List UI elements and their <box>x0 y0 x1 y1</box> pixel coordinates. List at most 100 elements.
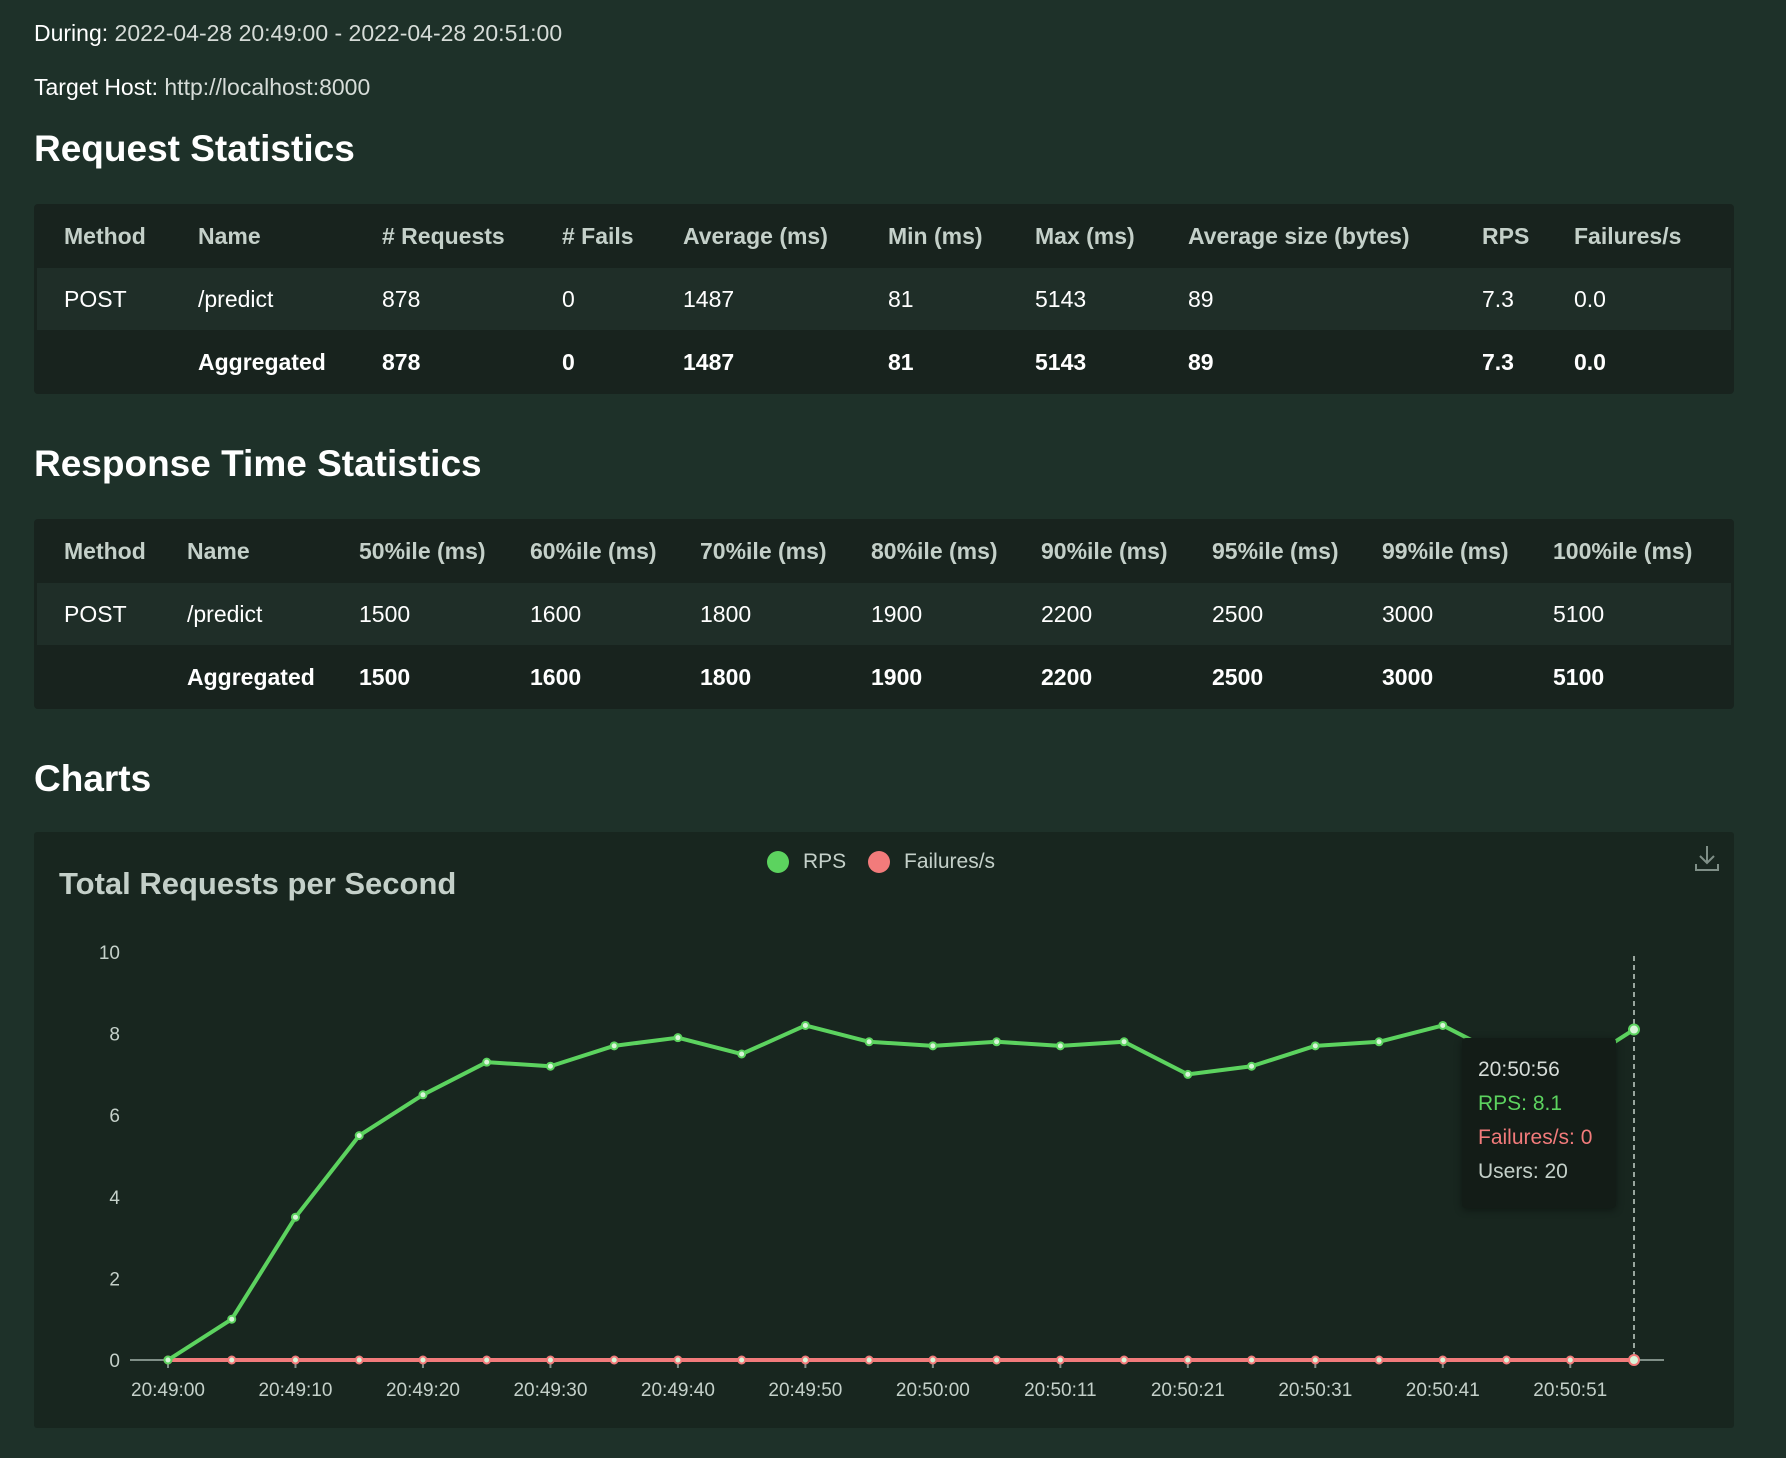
rps-point <box>1247 1061 1257 1071</box>
x-tick-label: 20:49:10 <box>258 1380 332 1401</box>
header-cell: Name <box>198 223 261 249</box>
tooltip-users: Users: 20 <box>1478 1160 1568 1183</box>
failures-point <box>1247 1355 1257 1365</box>
y-tick-label: 8 <box>109 1025 120 1046</box>
header-cell: Failures/s <box>1574 223 1682 249</box>
table-cell: 5143 <box>1035 286 1087 312</box>
table-row-aggregated: Aggregated 878 0 1487 81 5143 89 7.3 0.0 <box>34 330 1734 394</box>
table-cell: 2500 <box>1212 601 1264 627</box>
table-cell: 1487 <box>683 349 735 375</box>
table-cell: 1800 <box>700 664 752 690</box>
target-host-value: http://localhost:8000 <box>164 74 371 100</box>
rps-point <box>227 1314 237 1324</box>
table-cell: 2200 <box>1041 664 1093 690</box>
rps-series-line <box>166 1023 1636 1362</box>
x-tick-label: 20:49:30 <box>513 1380 587 1401</box>
y-tick-label: 0 <box>109 1351 120 1372</box>
header-cell: 60%ile (ms) <box>530 538 657 564</box>
rps-point <box>992 1037 1002 1047</box>
tooltip-time: 20:50:56 <box>1478 1058 1560 1081</box>
failures-point <box>290 1355 300 1365</box>
failures-point <box>1119 1355 1129 1365</box>
failures-point <box>800 1355 810 1365</box>
table-cell: 89 <box>1188 349 1214 375</box>
tooltip-failures: Failures/s: 0 <box>1478 1126 1593 1149</box>
x-tick-label: 20:50:21 <box>1151 1380 1225 1401</box>
rps-point <box>545 1061 555 1071</box>
x-tick-label: 20:49:00 <box>131 1380 205 1401</box>
rps-point <box>1438 1020 1448 1030</box>
table-cell: 1487 <box>683 286 735 312</box>
header-cell: 50%ile (ms) <box>359 538 486 564</box>
rps-point <box>1310 1041 1320 1051</box>
rps-point <box>163 1355 173 1365</box>
y-tick-label: 10 <box>99 943 120 964</box>
rps-point <box>737 1049 747 1059</box>
failures-point <box>1055 1355 1065 1365</box>
table-cell: 1900 <box>871 664 923 690</box>
table-cell: /predict <box>187 601 263 627</box>
header-cell: 95%ile (ms) <box>1212 538 1339 564</box>
failures-point <box>1565 1355 1575 1365</box>
chart-tooltip: 20:50:56 RPS: 8.1 Failures/s: 0 Users: 2… <box>1462 1038 1616 1208</box>
failures-point <box>1310 1355 1320 1365</box>
header-cell: Name <box>187 538 250 564</box>
x-tick-label: 20:50:41 <box>1406 1380 1480 1401</box>
x-tick-label: 20:49:40 <box>641 1380 715 1401</box>
table-cell: 878 <box>382 286 421 312</box>
table-cell: 0 <box>562 349 575 375</box>
failures-point <box>1183 1355 1193 1365</box>
table-cell: /predict <box>198 286 274 312</box>
table-row: POST /predict 878 0 1487 81 5143 89 7.3 … <box>37 268 1731 330</box>
request-statistics-title: Request Statistics <box>34 128 355 169</box>
failures-point <box>992 1355 1002 1365</box>
table-cell: 0.0 <box>1574 349 1606 375</box>
table-cell: 2200 <box>1041 601 1093 627</box>
x-tick-label: 20:50:51 <box>1533 1380 1607 1401</box>
rps-chart-card: RPS Failures/s Total Requests per Second… <box>34 832 1734 1428</box>
rps-point <box>354 1131 364 1141</box>
table-cell: 5100 <box>1553 601 1605 627</box>
table-cell: 5100 <box>1553 664 1605 690</box>
tooltip-rps: RPS: 8.1 <box>1478 1092 1563 1115</box>
rps-point <box>1628 1023 1640 1036</box>
table-cell: 81 <box>888 286 914 312</box>
table-cell: 81 <box>888 349 914 375</box>
x-tick-label: 20:50:00 <box>896 1380 970 1401</box>
charts-title: Charts <box>34 758 152 799</box>
table-cell: 0 <box>562 286 575 312</box>
table-header-row: Method Name 50%ile (ms) 60%ile (ms) 70%i… <box>34 519 1734 583</box>
rps-point <box>290 1212 300 1222</box>
header-cell: 99%ile (ms) <box>1382 538 1509 564</box>
during-value: 2022-04-28 20:49:00 - 2022-04-28 20:51:0… <box>114 20 563 46</box>
header-cell: # Fails <box>562 223 634 249</box>
rps-point <box>673 1033 683 1043</box>
during-line: During: 2022-04-28 20:49:00 - 2022-04-28… <box>34 20 562 47</box>
table-cell: Aggregated <box>187 664 315 690</box>
response-time-statistics-table: Method Name 50%ile (ms) 60%ile (ms) 70%i… <box>34 519 1734 709</box>
header-cell: 70%ile (ms) <box>700 538 827 564</box>
failures-point <box>1438 1355 1448 1365</box>
header-cell: 80%ile (ms) <box>871 538 998 564</box>
rps-point <box>928 1041 938 1051</box>
header-cell: 100%ile (ms) <box>1553 538 1693 564</box>
failures-point <box>418 1355 428 1365</box>
x-tick-label: 20:49:50 <box>768 1380 842 1401</box>
failures-point <box>673 1355 683 1365</box>
table-cell: 1600 <box>530 601 582 627</box>
table-cell: 7.3 <box>1482 349 1514 375</box>
rps-point <box>800 1020 810 1030</box>
table-cell: 1600 <box>530 664 582 690</box>
request-statistics-table: Method Name # Requests # Fails Average (… <box>34 204 1734 394</box>
failures-point <box>928 1355 938 1365</box>
failures-point <box>354 1355 364 1365</box>
header-cell: Method <box>64 223 146 249</box>
header-cell: Average size (bytes) <box>1188 223 1410 249</box>
y-tick-label: 4 <box>109 1188 120 1209</box>
table-cell: 1500 <box>359 664 411 690</box>
failures-point <box>482 1355 492 1365</box>
rps-point <box>1374 1037 1384 1047</box>
target-host-label: Target Host: <box>34 74 158 100</box>
table-cell: 1900 <box>871 601 923 627</box>
y-tick-label: 6 <box>109 1106 120 1127</box>
